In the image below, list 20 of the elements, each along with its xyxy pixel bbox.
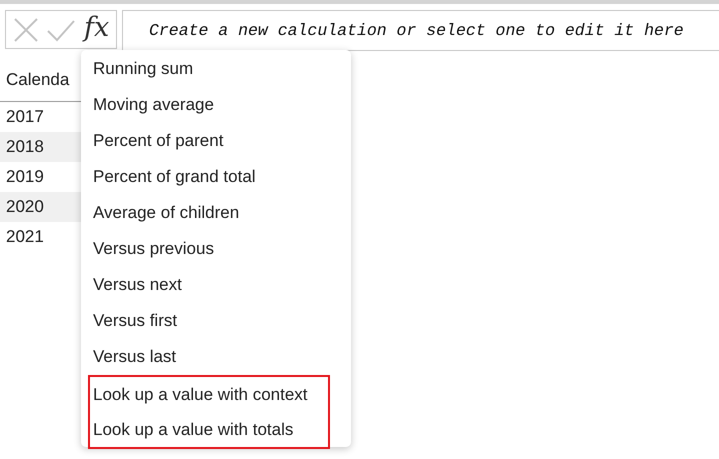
- menu-item[interactable]: Percent of grand total: [81, 159, 351, 195]
- menu-item[interactable]: Look up a value with context: [90, 377, 328, 412]
- menu-item[interactable]: Percent of parent: [81, 123, 351, 159]
- table-cell: 2018: [0, 132, 81, 162]
- checkmark-icon[interactable]: [46, 18, 76, 42]
- menu-item[interactable]: Moving average: [81, 87, 351, 123]
- menu-item[interactable]: Versus next: [81, 267, 351, 303]
- table-cell-text: 2017: [5, 106, 45, 128]
- close-icon[interactable]: [12, 16, 40, 44]
- menu-item[interactable]: Versus first: [81, 303, 351, 339]
- function-button[interactable]: fx: [82, 14, 110, 45]
- menu-item[interactable]: Average of children: [81, 195, 351, 231]
- formula-field[interactable]: Create a new calculation or select one to edit it here: [122, 10, 719, 51]
- menu-item[interactable]: Running sum: [81, 51, 351, 87]
- table-cell-text: 2019: [5, 166, 45, 188]
- menu-item[interactable]: Versus last: [81, 339, 351, 375]
- table-cell-text: 2021: [5, 226, 45, 248]
- menu-item[interactable]: Look up a value with totals: [90, 412, 328, 447]
- table-cell: 2020: [0, 192, 81, 222]
- menu-item[interactable]: Versus previous: [81, 231, 351, 267]
